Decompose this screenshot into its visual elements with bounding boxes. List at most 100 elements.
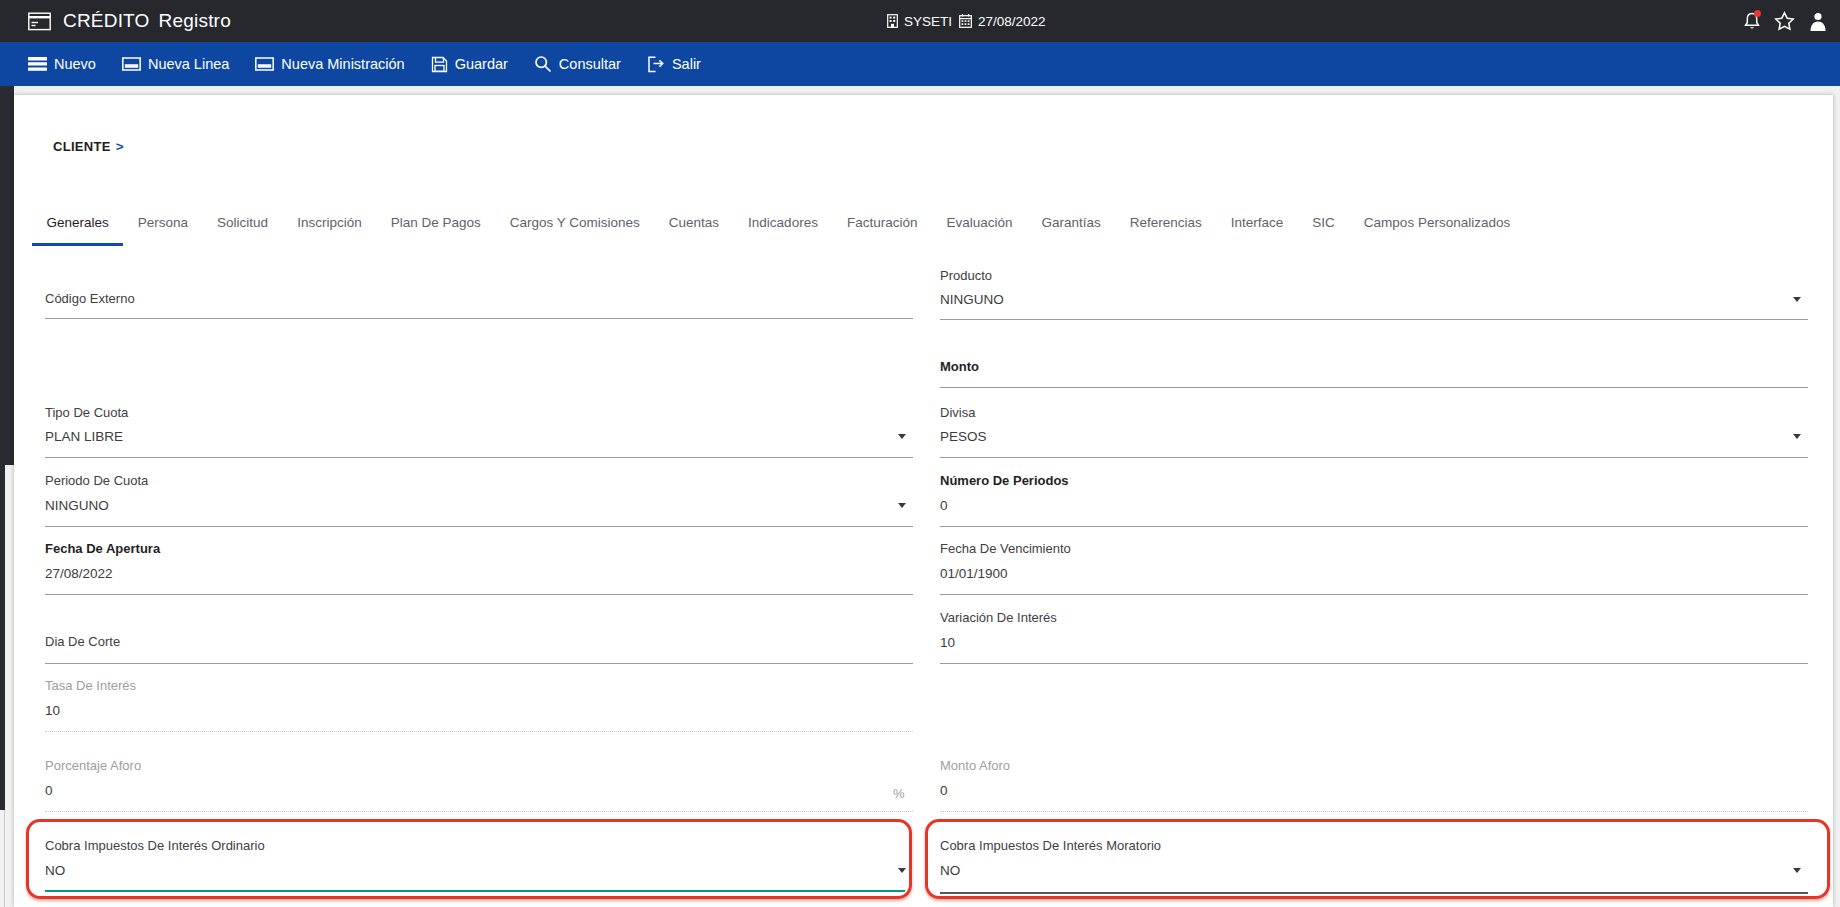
field-underline-producto — [940, 319, 1808, 320]
field-value-producto[interactable]: NINGUNO — [940, 292, 1004, 307]
toolbar-button-label: Salir — [672, 56, 701, 72]
dropdown-arrow-icon-tipo-de-cuota[interactable] — [898, 434, 906, 439]
field-underline-fecha-de-vencimiento — [940, 594, 1808, 595]
app-title-main: CRÉDITO — [63, 10, 150, 32]
field-label-producto: Producto — [940, 268, 992, 283]
tab-sic[interactable]: SIC — [1298, 206, 1350, 246]
dropdown-arrow-icon-periodo-de-cuota[interactable] — [898, 503, 906, 508]
field-value-tipo-de-cuota[interactable]: PLAN LIBRE — [45, 429, 123, 444]
field-label-divisa: Divisa — [940, 405, 975, 420]
search-icon — [534, 55, 552, 73]
toolbar-button-label: Guardar — [455, 56, 508, 72]
field-underline-dia-de-corte — [45, 663, 913, 664]
tab-indicadores[interactable]: Indicadores — [734, 206, 833, 246]
tab-solicitud[interactable]: Solicitud — [203, 206, 283, 246]
field-label-monto-aforo: Monto Aforo — [940, 758, 1010, 773]
user-profile-icon[interactable] — [1807, 11, 1828, 32]
field-label-cobra-impuestos-ordinario: Cobra Impuestos De Interés Ordinario — [45, 838, 265, 853]
tab-campos-personalizados[interactable]: Campos Personalizados — [1349, 206, 1524, 246]
tab-garant-as[interactable]: Garantías — [1027, 206, 1115, 246]
field-label-dia-de-corte: Dia De Corte — [45, 634, 120, 649]
annotation-box-cobra-impuestos-moratorio — [925, 819, 1830, 899]
menu-icon — [28, 56, 47, 72]
field-value-divisa[interactable]: PESOS — [940, 429, 987, 444]
field-value-cobra-impuestos-ordinario[interactable]: NO — [45, 863, 65, 878]
field-suffix-porcentaje-aforo: % — [893, 786, 905, 801]
field-label-fecha-de-apertura: Fecha De Apertura — [45, 541, 160, 556]
field-value-variacion-de-interes[interactable]: 10 — [940, 635, 955, 650]
field-label-variacion-de-interes: Variación De Interés — [940, 610, 1057, 625]
tab-persona[interactable]: Persona — [123, 206, 202, 246]
card-icon — [122, 56, 141, 72]
field-underline-variacion-de-interes — [940, 663, 1808, 664]
field-underline-monto — [940, 387, 1808, 388]
tab-cargos-y-comisiones[interactable]: Cargos Y Comisiones — [495, 206, 654, 246]
breadcrumb-label: CLIENTE — [53, 139, 111, 154]
toolbar-button-nueva-ministraci-n[interactable]: Nueva Ministración — [255, 56, 404, 72]
toolbar-button-guardar[interactable]: Guardar — [431, 56, 508, 73]
toolbar-button-nuevo[interactable]: Nuevo — [28, 56, 96, 72]
field-value-periodo-de-cuota[interactable]: NINGUNO — [45, 498, 109, 513]
header-session-info: SYSETI 27/08/2022 — [886, 0, 1046, 42]
field-label-monto: Monto — [940, 359, 979, 374]
current-date: 27/08/2022 — [978, 14, 1046, 29]
field-underline-fecha-de-apertura — [45, 594, 913, 595]
annotation-box-cobra-impuestos-ordinario — [26, 819, 912, 899]
tab-generales[interactable]: Generales — [32, 206, 123, 246]
dropdown-arrow-icon-producto[interactable] — [1793, 297, 1801, 302]
tab-plan-de-pagos[interactable]: Plan De Pagos — [376, 206, 495, 246]
field-label-tipo-de-cuota: Tipo De Cuota — [45, 405, 128, 420]
tab-evaluaci-n[interactable]: Evaluación — [932, 206, 1027, 246]
favorite-star-icon[interactable] — [1774, 11, 1795, 32]
exit-icon — [647, 56, 665, 73]
header-actions — [1741, 0, 1828, 42]
chevron-right-icon: > — [116, 139, 124, 154]
field-underline-porcentaje-aforo — [45, 811, 913, 812]
toolbar-button-label: Nueva Ministración — [281, 56, 404, 72]
tab-inscripci-n[interactable]: Inscripción — [283, 206, 377, 246]
tab-cuentas[interactable]: Cuentas — [654, 206, 733, 246]
breadcrumb[interactable]: CLIENTE > — [53, 139, 124, 154]
notifications-bell-icon[interactable] — [1741, 11, 1762, 32]
toolbar-button-salir[interactable]: Salir — [647, 56, 701, 73]
toolbar: Nuevo Nueva Linea Nueva Ministración Guarda… — [0, 42, 1840, 86]
field-value-fecha-de-vencimiento[interactable]: 01/01/1900 — [940, 566, 1008, 581]
toolbar-button-consultar[interactable]: Consultar — [534, 55, 621, 73]
field-value-monto-aforo[interactable]: 0 — [940, 783, 948, 798]
field-underline-codigo-externo — [45, 318, 913, 319]
field-label-periodo-de-cuota: Periodo De Cuota — [45, 473, 148, 488]
field-underline-cobra-impuestos-moratorio — [940, 892, 1808, 894]
field-value-fecha-de-apertura[interactable]: 27/08/2022 — [45, 566, 113, 581]
field-label-numero-de-periodos: Número De Periodos — [940, 473, 1069, 488]
field-value-tasa-de-interes[interactable]: 10 — [45, 703, 60, 718]
tab-referencias[interactable]: Referencias — [1115, 206, 1216, 246]
field-label-codigo-externo: Código Externo — [45, 291, 135, 306]
field-value-porcentaje-aforo[interactable]: 0 — [45, 783, 53, 798]
field-underline-monto-aforo — [940, 811, 1808, 812]
toolbar-button-nueva-linea[interactable]: Nueva Linea — [122, 56, 229, 72]
notification-badge — [1754, 10, 1761, 17]
building-icon — [886, 14, 898, 29]
dropdown-arrow-icon-cobra-impuestos-ordinario[interactable] — [898, 868, 906, 873]
tab-interface[interactable]: Interface — [1216, 206, 1298, 246]
field-label-fecha-de-vencimiento: Fecha De Vencimiento — [940, 541, 1071, 556]
field-value-numero-de-periodos[interactable]: 0 — [940, 498, 948, 513]
app-title: CRÉDITO Registro — [63, 10, 231, 32]
field-underline-periodo-de-cuota — [45, 526, 913, 527]
field-label-cobra-impuestos-moratorio: Cobra Impuestos De Interés Moratorio — [940, 838, 1161, 853]
tab-bar: GeneralesPersonaSolicitudInscripciónPlan… — [32, 206, 1525, 246]
field-underline-numero-de-periodos — [940, 526, 1808, 527]
field-value-cobra-impuestos-moratorio[interactable]: NO — [940, 863, 960, 878]
dropdown-arrow-icon-divisa[interactable] — [1793, 434, 1801, 439]
tab-facturaci-n[interactable]: Facturación — [832, 206, 932, 246]
field-underline-cobra-impuestos-ordinario — [45, 890, 905, 892]
field-label-porcentaje-aforo: Porcentaje Aforo — [45, 758, 141, 773]
company-name: SYSETI — [904, 14, 952, 29]
left-edge-line — [4, 810, 5, 907]
dropdown-arrow-icon-cobra-impuestos-moratorio[interactable] — [1793, 868, 1801, 873]
left-edge-dark-strip — [0, 465, 5, 810]
app-title-sub: Registro — [159, 10, 231, 32]
toolbar-button-label: Nuevo — [54, 56, 96, 72]
field-label-tasa-de-interes: Tasa De Interés — [45, 678, 136, 693]
field-underline-tipo-de-cuota — [45, 457, 913, 458]
